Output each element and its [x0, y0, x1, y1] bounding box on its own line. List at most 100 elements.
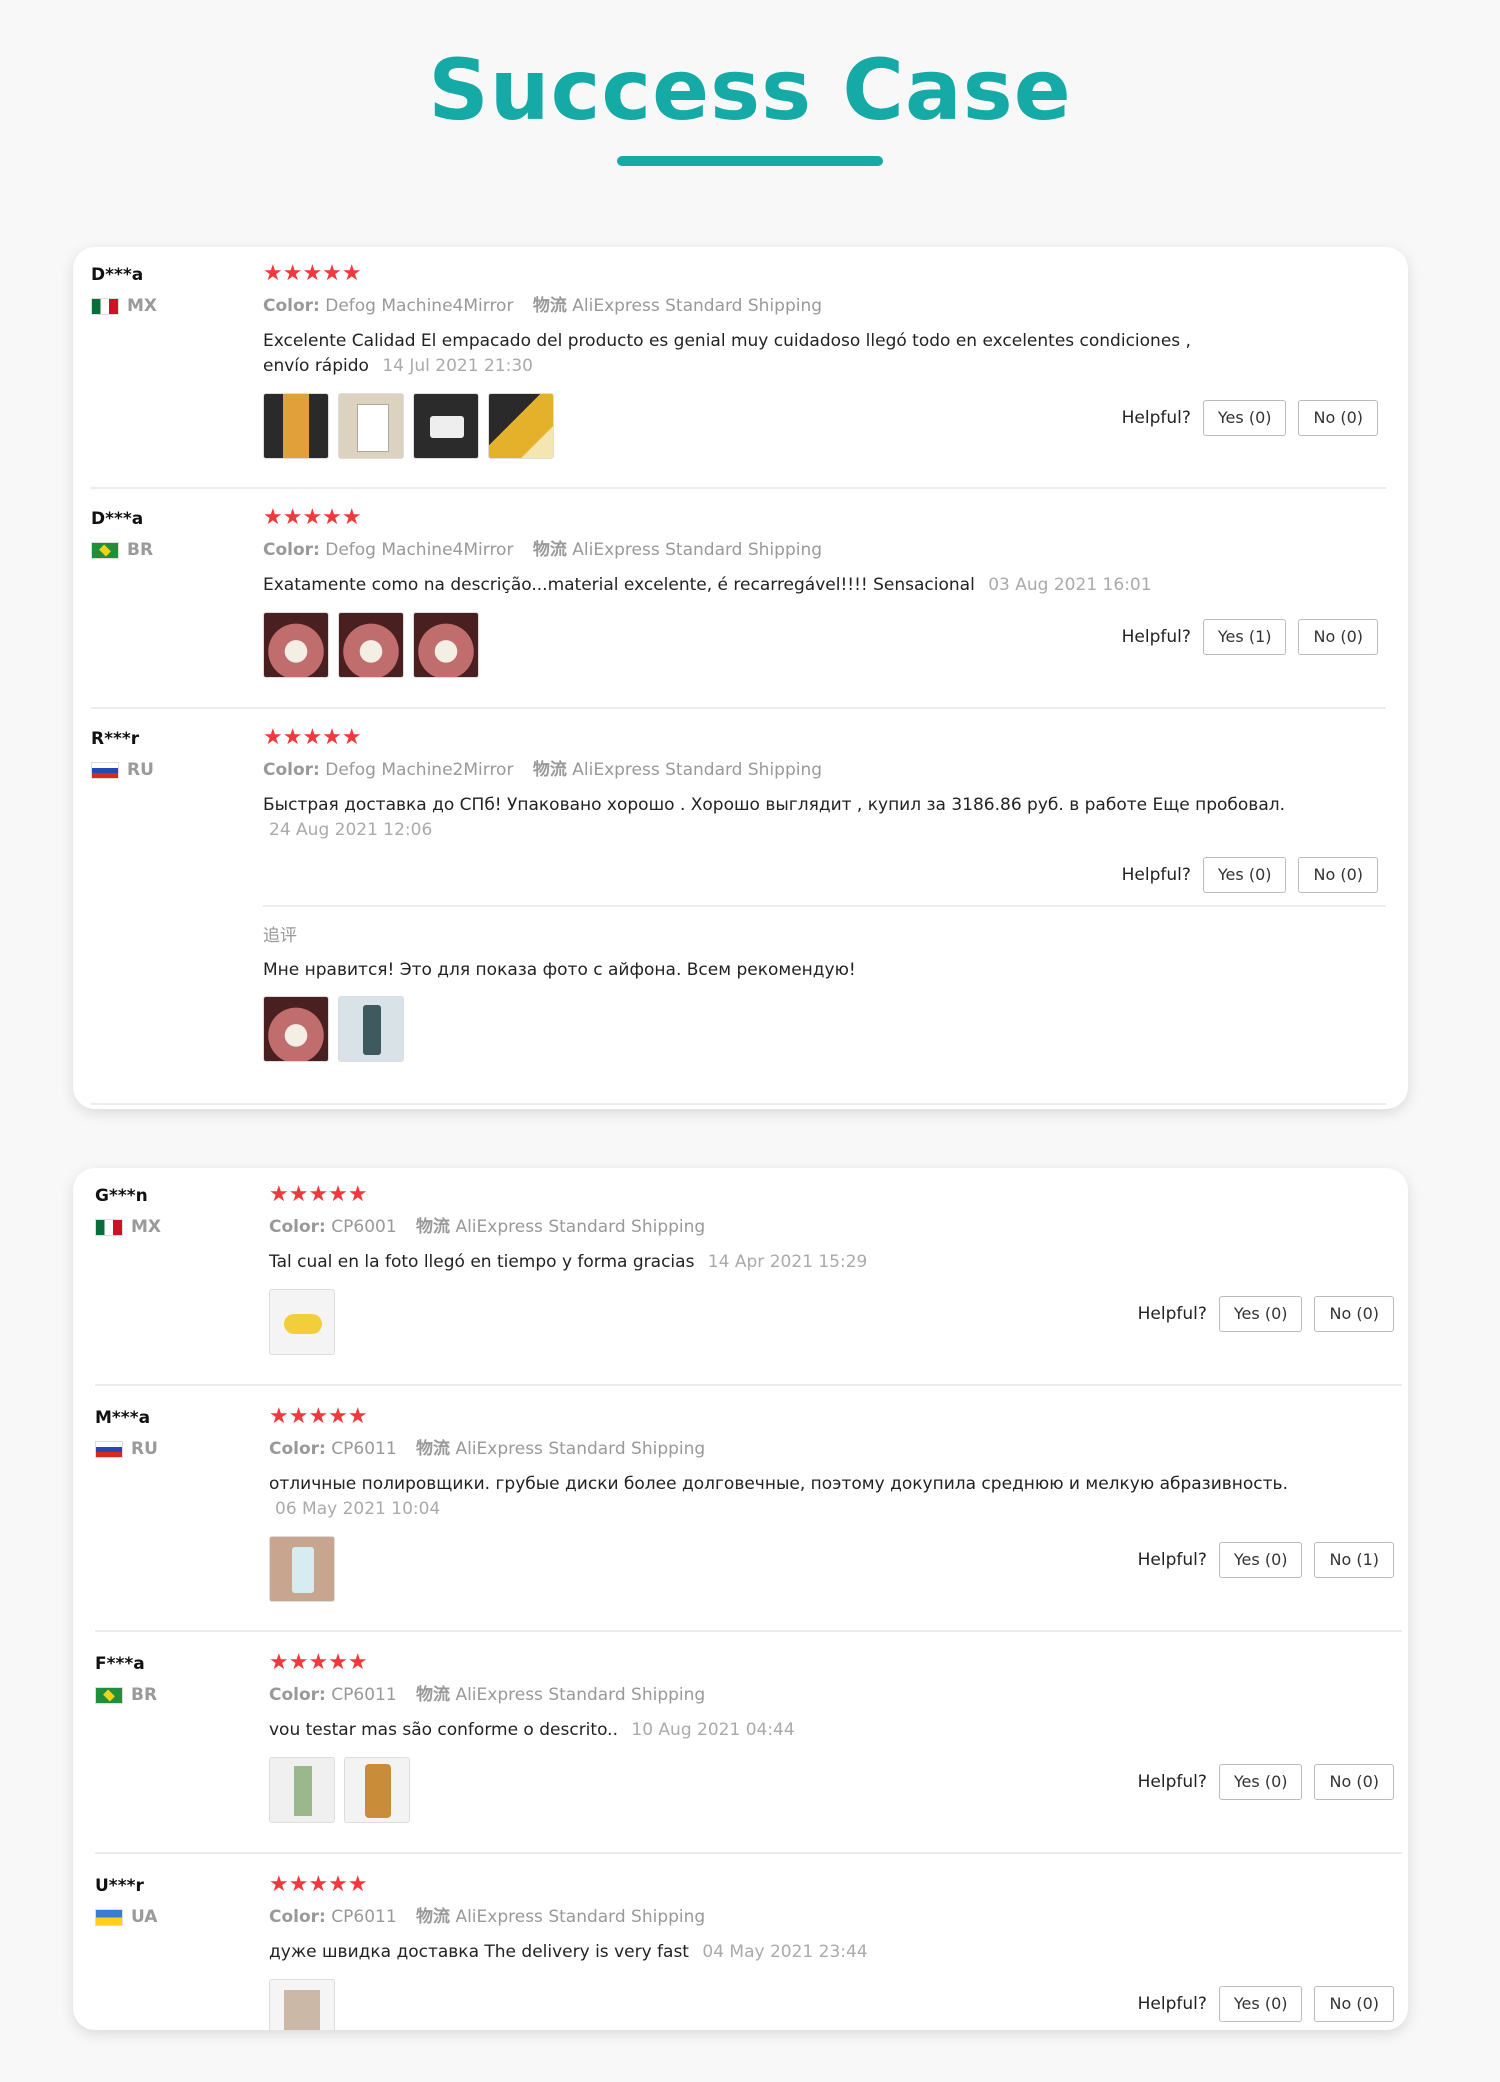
reviewer-country: RU: [95, 1439, 245, 1459]
review-photo-thumbnail[interactable]: [269, 1757, 335, 1823]
shipping-label: 物流: [416, 1439, 451, 1459]
review-divider: [91, 1103, 1386, 1105]
helpful-no-button[interactable]: No (0): [1298, 619, 1378, 655]
helpful-label: Helpful?: [1137, 1994, 1207, 2014]
review-item: D***a BR ★★★★★ Color: Defog Machine4Mirr…: [73, 491, 1408, 709]
shipping-value: AliExpress Standard Shipping: [572, 296, 823, 316]
followup-photos: [263, 996, 1378, 1062]
review-photo-thumbnail[interactable]: [413, 612, 479, 678]
reviewer-name: G***n: [95, 1186, 148, 1206]
title-underline: [617, 156, 883, 166]
helpful-vote: Helpful? Yes (1) No (0): [1122, 619, 1378, 655]
reviews-card-1: D***a MX ★★★★★ Color: Defog Machine4Mirr…: [73, 247, 1408, 1109]
reviewer-country: MX: [91, 296, 241, 316]
color-label: Color:: [263, 760, 320, 780]
color-value: Defog Machine4Mirror: [325, 540, 514, 560]
shipping-label: 物流: [416, 1685, 451, 1705]
review-date: 14 Jul 2021 21:30: [382, 356, 533, 376]
review-text-block: Exatamente como na descrição...material …: [263, 573, 1223, 598]
star-rating: ★★★★★: [269, 1872, 368, 1897]
country-code: UA: [131, 1907, 158, 1927]
review-photo-thumbnail[interactable]: [413, 393, 479, 459]
shipping-label: 物流: [532, 296, 567, 316]
review-item: D***a MX ★★★★★ Color: Defog Machine4Mirr…: [73, 247, 1408, 491]
review-meta: Color: CP6011 物流 AliExpress Standard Shi…: [269, 1438, 1378, 1460]
review-photo-thumbnail[interactable]: [338, 393, 404, 459]
reviewer-info: G***n MX: [95, 1186, 245, 1237]
helpful-label: Helpful?: [1121, 627, 1191, 647]
helpful-vote: Helpful? Yes (0) No (0): [1138, 1986, 1394, 2022]
helpful-yes-button[interactable]: Yes (0): [1218, 1986, 1303, 2022]
helpful-no-button[interactable]: No (0): [1314, 1986, 1394, 2022]
helpful-vote: Helpful? Yes (0) No (0): [1122, 400, 1378, 436]
reviewer-info: U***r UA: [95, 1876, 245, 1927]
reviewer-country: UA: [95, 1907, 245, 1927]
review-photo-thumbnail[interactable]: [263, 612, 329, 678]
helpful-yes-button[interactable]: Yes (1): [1202, 619, 1287, 655]
review-photo-thumbnail[interactable]: [263, 996, 329, 1062]
review-text-block: vou testar mas são conforme o descrito..…: [269, 1718, 1229, 1743]
helpful-no-button[interactable]: No (0): [1314, 1764, 1394, 1800]
country-code: RU: [127, 760, 154, 780]
shipping-value: AliExpress Standard Shipping: [572, 540, 823, 560]
review-text-block: Быстрая доставка до СПб! Упаковано хорош…: [263, 793, 1343, 843]
review-text-block: отличные полировщики. грубые диски более…: [269, 1472, 1369, 1522]
review-photo-thumbnail[interactable]: [263, 393, 329, 459]
review-content: ★★★★★ Color: Defog Machine2Mirror 物流 Ali…: [263, 725, 1378, 843]
review-photo-thumbnail[interactable]: [488, 393, 554, 459]
followup-text: Мне нравится! Это для показа фото с айфо…: [263, 960, 856, 980]
review-photo-thumbnail[interactable]: [269, 1536, 335, 1602]
reviewer-country: MX: [95, 1217, 245, 1237]
review-photo-thumbnail[interactable]: [269, 1289, 335, 1355]
helpful-no-button[interactable]: No (0): [1298, 400, 1378, 436]
color-value: Defog Machine4Mirror: [325, 296, 514, 316]
helpful-no-button[interactable]: No (1): [1314, 1542, 1394, 1578]
review-meta: Color: Defog Machine4Mirror 物流 AliExpres…: [263, 295, 1378, 317]
review-text: Быстрая доставка до СПб! Упаковано хорош…: [263, 795, 1286, 815]
followup-divider: [263, 905, 1386, 907]
review-photo-thumbnail[interactable]: [338, 612, 404, 678]
followup-label: 追评: [263, 926, 297, 946]
helpful-yes-button[interactable]: Yes (0): [1202, 400, 1287, 436]
shipping-value: AliExpress Standard Shipping: [455, 1217, 706, 1237]
star-rating: ★★★★★: [263, 261, 362, 286]
color-value: Defog Machine2Mirror: [325, 760, 514, 780]
review-photo-thumbnail[interactable]: [269, 1979, 335, 2030]
review-text: Tal cual en la foto llegó en tiempo y fo…: [269, 1252, 695, 1272]
review-text: Exatamente como na descrição...material …: [263, 575, 975, 595]
reviewer-name: U***r: [95, 1876, 144, 1896]
review-date: 06 May 2021 10:04: [275, 1499, 441, 1519]
helpful-yes-button[interactable]: Yes (0): [1202, 857, 1287, 893]
review-date: 14 Apr 2021 15:29: [707, 1252, 868, 1272]
helpful-no-button[interactable]: No (0): [1314, 1296, 1394, 1332]
reviewer-name: D***a: [91, 509, 144, 529]
country-code: RU: [131, 1439, 158, 1459]
star-rating: ★★★★★: [263, 725, 362, 750]
review-text: отличные полировщики. грубые диски более…: [269, 1474, 1288, 1494]
review-date: 24 Aug 2021 12:06: [269, 820, 433, 840]
mexico-flag-icon: [91, 297, 119, 315]
helpful-yes-button[interactable]: Yes (0): [1218, 1296, 1303, 1332]
reviewer-info: D***a BR: [91, 509, 241, 560]
country-code: BR: [127, 540, 154, 560]
color-label: Color:: [263, 540, 320, 560]
review-photo-thumbnail[interactable]: [344, 1757, 410, 1823]
shipping-value: AliExpress Standard Shipping: [572, 760, 823, 780]
helpful-yes-button[interactable]: Yes (0): [1218, 1542, 1303, 1578]
review-text-block: Tal cual en la foto llegó en tiempo y fo…: [269, 1250, 1229, 1275]
review-photo-thumbnail[interactable]: [338, 996, 404, 1062]
helpful-no-button[interactable]: No (0): [1298, 857, 1378, 893]
helpful-label: Helpful?: [1137, 1550, 1207, 1570]
helpful-yes-button[interactable]: Yes (0): [1218, 1764, 1303, 1800]
star-rating: ★★★★★: [269, 1182, 368, 1207]
reviewer-info: D***a MX: [91, 265, 241, 316]
shipping-label: 物流: [532, 760, 567, 780]
review-meta: Color: Defog Machine4Mirror 物流 AliExpres…: [263, 539, 1378, 561]
russia-flag-icon: [95, 1440, 123, 1458]
helpful-label: Helpful?: [1121, 865, 1191, 885]
review-divider: [95, 1630, 1402, 1632]
russia-flag-icon: [91, 761, 119, 779]
reviewer-info: R***r RU: [91, 729, 241, 780]
brazil-flag-icon: [95, 1686, 123, 1704]
color-label: Color:: [269, 1217, 326, 1237]
